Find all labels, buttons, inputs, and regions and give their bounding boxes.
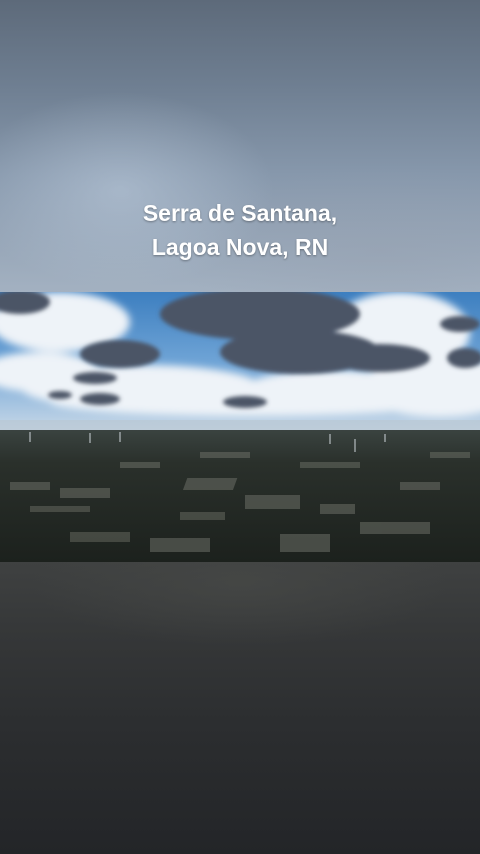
location-caption: Serra de Santana, Lagoa Nova, RN bbox=[0, 196, 480, 264]
video-frame: Serra de Santana, Lagoa Nova, RN bbox=[0, 0, 480, 854]
caption-line-1: Serra de Santana, bbox=[142, 200, 338, 226]
caption-line-2: Lagoa Nova, RN bbox=[151, 234, 329, 260]
blurred-ground-background bbox=[0, 562, 480, 854]
aerial-landscape-photo bbox=[0, 292, 480, 562]
